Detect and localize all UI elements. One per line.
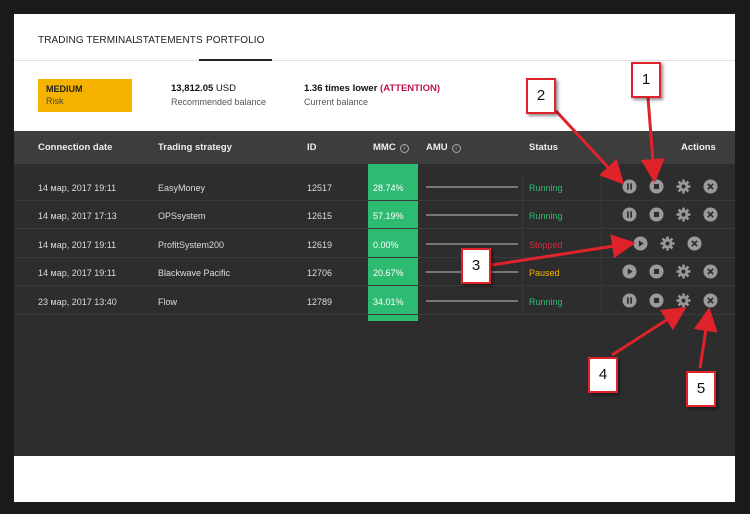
arrow-3 (491, 234, 636, 267)
callout-1: 1 (631, 62, 661, 98)
arrow-1 (640, 97, 665, 183)
callout-4: 4 (588, 357, 618, 393)
callout-5: 5 (686, 371, 716, 407)
callout-2: 2 (526, 78, 556, 114)
arrow-5 (693, 307, 718, 369)
arrow-2 (554, 109, 625, 185)
callout-3: 3 (461, 248, 491, 284)
arrow-4 (611, 307, 687, 357)
